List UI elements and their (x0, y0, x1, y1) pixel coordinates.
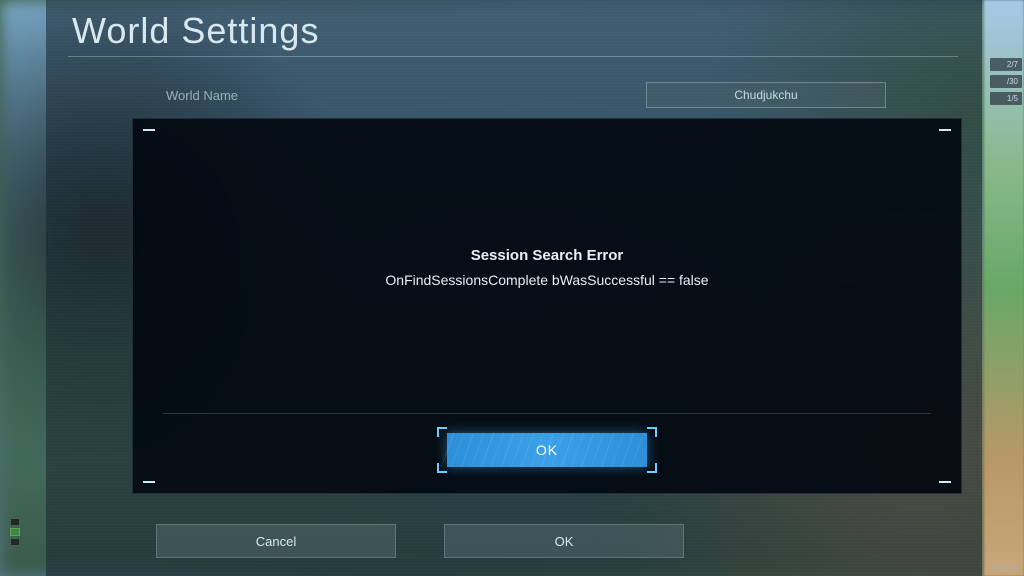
corner-mark-icon (939, 481, 951, 483)
world-name-label: World Name (166, 88, 238, 103)
selection-bracket-icon (647, 463, 657, 473)
error-modal: Session Search Error OnFindSessionsCompl… (132, 118, 962, 494)
world-name-input[interactable]: Chudjukchu (646, 82, 886, 108)
version-label: v0.1.0.1 (992, 563, 1020, 572)
error-text-block: Session Search Error OnFindSessionsCompl… (133, 247, 961, 288)
ok-button[interactable]: OK (444, 524, 684, 558)
hud-health-icon (10, 528, 20, 536)
hud-right-badges: 2/7 /30 1/5 (990, 58, 1022, 105)
hud-left-icons (10, 518, 20, 546)
page-title: World Settings (72, 10, 319, 52)
hud-tool-icon (10, 538, 20, 546)
modal-divider (163, 413, 931, 414)
corner-mark-icon (143, 481, 155, 483)
corner-mark-icon (939, 129, 951, 131)
selection-bracket-icon (647, 427, 657, 437)
error-message: OnFindSessionsComplete bWasSuccessful ==… (133, 272, 961, 288)
hud-slot-icon (10, 518, 20, 526)
hud-badge: 2/7 (990, 58, 1022, 71)
title-underline (68, 56, 958, 57)
world-settings-panel: World Settings World Name Chudjukchu Ses… (46, 0, 982, 576)
ok-button-frame: OK (437, 427, 657, 473)
selection-bracket-icon (437, 463, 447, 473)
world-name-row: World Name Chudjukchu (166, 80, 886, 110)
error-ok-button[interactable]: OK (447, 433, 647, 467)
cancel-button[interactable]: Cancel (156, 524, 396, 558)
settings-footer-buttons: Cancel OK (156, 524, 716, 558)
hud-badge: /30 (990, 75, 1022, 88)
error-title: Session Search Error (133, 247, 961, 264)
corner-mark-icon (143, 129, 155, 131)
selection-bracket-icon (437, 427, 447, 437)
hud-badge: 1/5 (990, 92, 1022, 105)
